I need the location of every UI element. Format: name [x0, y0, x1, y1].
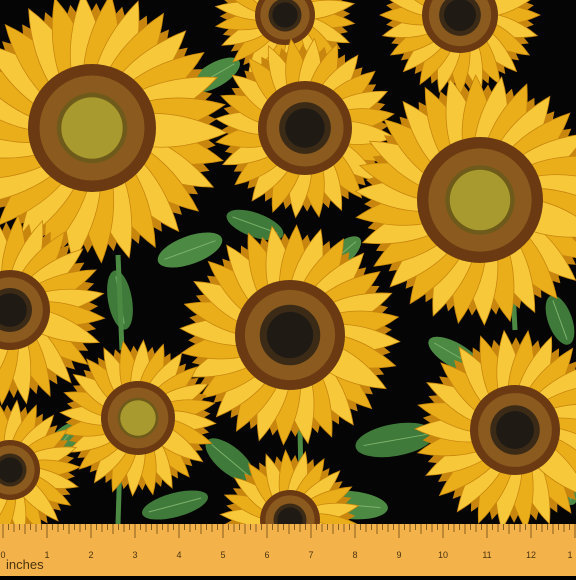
sunflower-center [496, 411, 534, 449]
ruler-number: 3 [132, 550, 137, 560]
ruler-number: 0 [0, 550, 5, 560]
ruler-number: 5 [220, 550, 225, 560]
sunflower-center [444, 0, 476, 31]
ruler-number: 9 [396, 550, 401, 560]
ruler: 01234567891011121 inches [0, 524, 576, 576]
ruler-number: 12 [526, 550, 536, 560]
sunflower-center [285, 108, 324, 147]
sunflower-center [267, 312, 313, 358]
ruler-number: 7 [308, 550, 313, 560]
ruler-number: 8 [352, 550, 357, 560]
ruler-number: 6 [264, 550, 269, 560]
sunflower-center [61, 97, 122, 158]
sunflower-fabric-pattern [0, 0, 576, 576]
ruler-number: 10 [438, 550, 448, 560]
sunflower-center [450, 170, 510, 230]
sunflower-center [272, 2, 297, 27]
ruler-scale: 01234567891011121 [0, 524, 576, 576]
ruler-number: 11 [482, 550, 491, 560]
ruler-number: 2 [88, 550, 93, 560]
sunflower-center [120, 400, 156, 436]
ruler-number: 1 [44, 550, 49, 560]
ruler-number: 4 [176, 550, 181, 560]
ruler-number: 1 [567, 550, 572, 560]
ruler-unit-label: inches [6, 557, 44, 572]
